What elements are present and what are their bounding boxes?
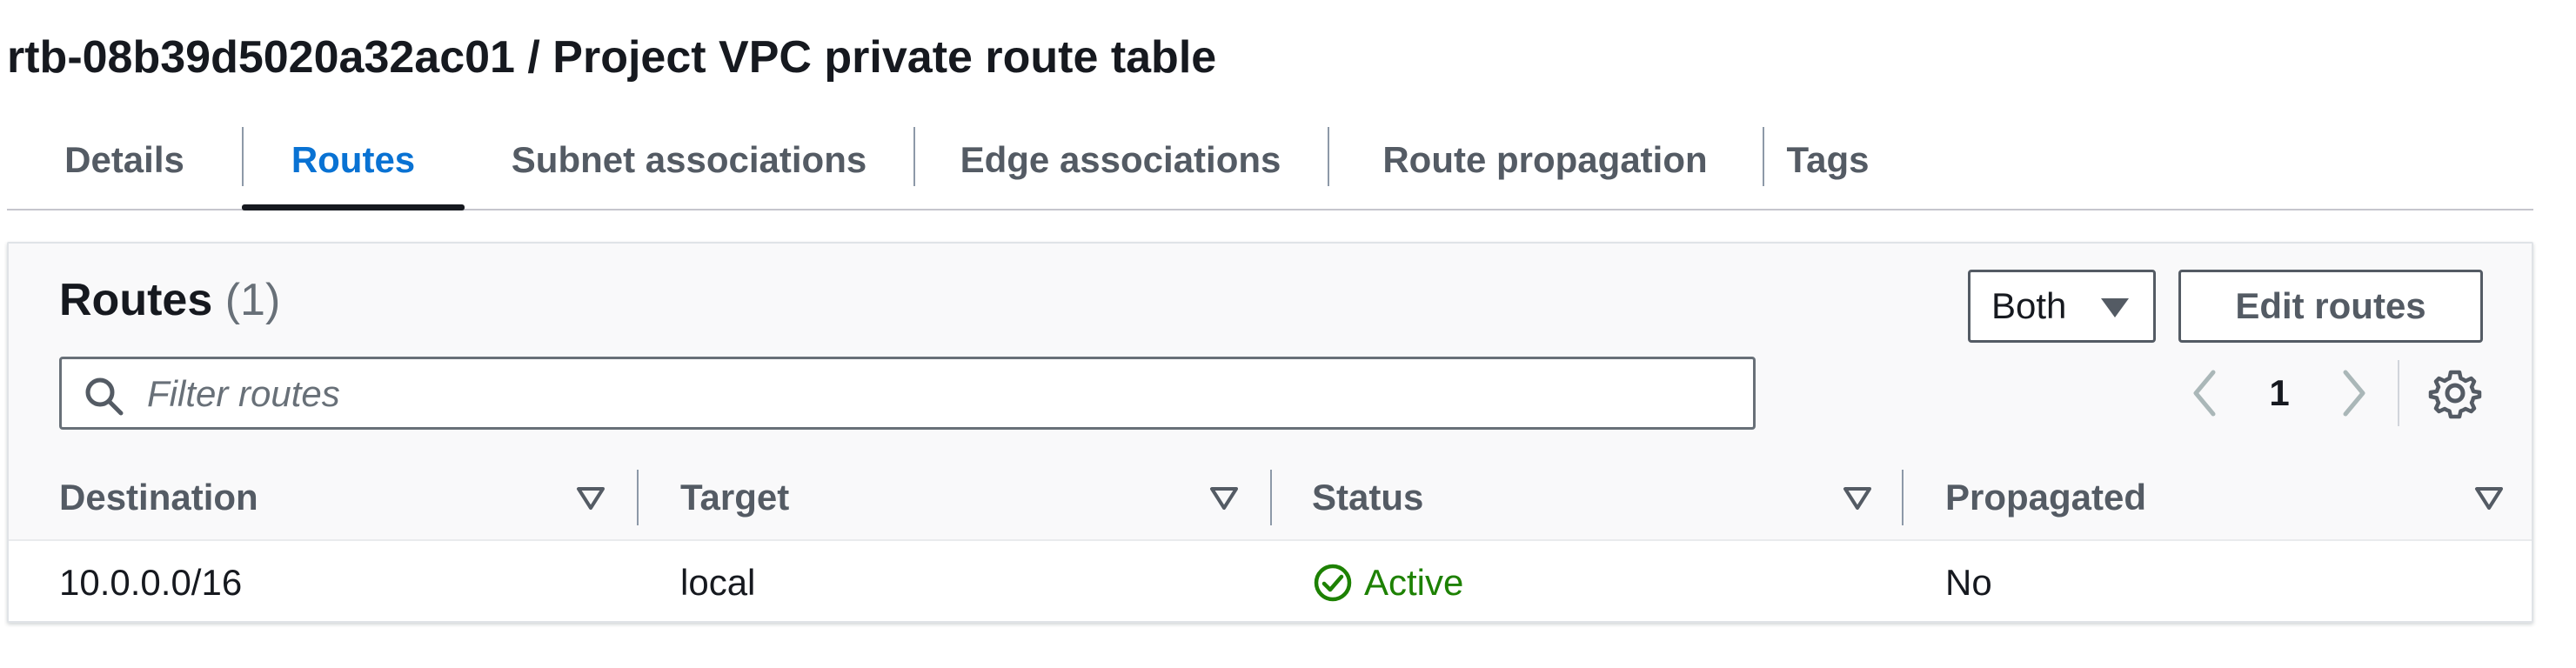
routes-count: (1) xyxy=(224,275,281,325)
cell-target: local xyxy=(680,562,756,603)
cell-status: Active xyxy=(1312,541,1463,625)
sort-triangle-down-icon[interactable] xyxy=(1843,485,1872,511)
tab-routes[interactable]: Routes xyxy=(242,111,465,210)
cell-propagated: No xyxy=(1945,562,1992,603)
edit-routes-button[interactable]: Edit routes xyxy=(2178,270,2483,343)
route-filter-dropdown[interactable]: Both xyxy=(1968,270,2156,343)
chevron-left-icon[interactable] xyxy=(2182,365,2231,421)
caret-down-icon xyxy=(2101,298,2129,317)
tab-subnet-associations[interactable]: Subnet associations xyxy=(465,111,913,209)
tab-details[interactable]: Details xyxy=(7,111,242,209)
table-row: 10.0.0.0/16 local Active No xyxy=(9,541,2532,625)
table-header-row: Destination Target Status Propagated xyxy=(9,456,2532,541)
routes-panel-header: Routes (1) Both Edit routes 1 xyxy=(9,244,2532,458)
routes-heading-title: Routes xyxy=(59,275,213,325)
filter-routes-box xyxy=(59,357,1756,430)
chevron-right-icon[interactable] xyxy=(2328,365,2377,421)
column-resizer[interactable] xyxy=(637,470,639,525)
routes-heading: Routes (1) xyxy=(59,273,280,327)
sort-triangle-down-icon[interactable] xyxy=(1209,485,1239,511)
cell-destination: 10.0.0.0/16 xyxy=(59,562,243,603)
status-label: Active xyxy=(1364,562,1464,603)
column-resizer[interactable] xyxy=(1270,470,1272,525)
tab-tags[interactable]: Tags xyxy=(1763,111,1893,209)
column-resizer[interactable] xyxy=(1902,470,1904,525)
filter-routes-input[interactable] xyxy=(145,364,1715,424)
tab-edge-associations[interactable]: Edge associations xyxy=(913,111,1328,209)
tab-bar: Details Routes Subnet associations Edge … xyxy=(7,111,2533,210)
table-body: 10.0.0.0/16 local Active No xyxy=(9,541,2532,625)
search-icon xyxy=(85,377,124,416)
column-header-target[interactable]: Target xyxy=(680,456,789,539)
page-title: rtb-08b39d5020a32ac01 / Project VPC priv… xyxy=(7,32,1217,83)
gear-icon[interactable] xyxy=(2427,365,2483,421)
check-circle-icon xyxy=(1314,564,1352,602)
routes-panel: Routes (1) Both Edit routes 1 xyxy=(7,242,2533,623)
pagination-divider xyxy=(2398,360,2399,426)
routes-table: Destination Target Status Propagated 10. xyxy=(9,456,2532,625)
column-header-destination[interactable]: Destination xyxy=(59,456,258,539)
sort-triangle-down-icon[interactable] xyxy=(576,485,606,511)
tab-route-propagation[interactable]: Route propagation xyxy=(1328,111,1763,209)
column-header-status[interactable]: Status xyxy=(1312,456,1423,539)
sort-triangle-down-icon[interactable] xyxy=(2474,485,2504,511)
column-header-propagated[interactable]: Propagated xyxy=(1945,456,2146,539)
route-filter-selected: Both xyxy=(1991,285,2067,326)
pagination-current-page[interactable]: 1 xyxy=(2255,365,2304,421)
